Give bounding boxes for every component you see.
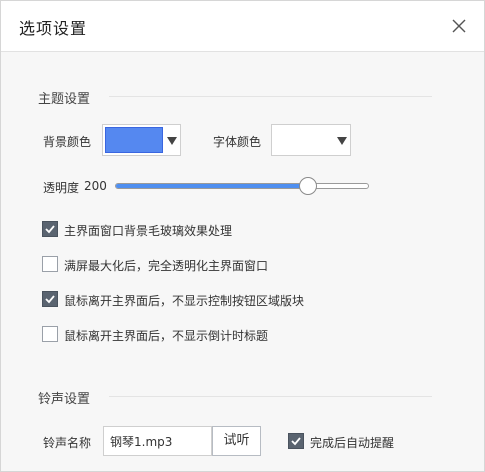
- font-color-picker[interactable]: [271, 124, 351, 156]
- ringtone-section-divider: [109, 396, 432, 397]
- close-icon: [452, 19, 466, 33]
- ringtone-name-label: 铃声名称: [43, 436, 92, 450]
- opacity-slider-thumb[interactable]: [299, 177, 317, 195]
- dialog-title: 选项设置: [19, 19, 88, 38]
- close-button[interactable]: [447, 14, 471, 38]
- title-bar: 选项设置: [1, 1, 484, 52]
- theme-section-divider: [109, 96, 432, 97]
- checkmark-icon: [45, 225, 55, 234]
- bg-color-swatch: [105, 127, 163, 153]
- theme-option-label: 满屏最大化后，完全透明化主界面窗口: [64, 259, 269, 273]
- ringtone-name-field[interactable]: 钢琴1.mp3: [103, 426, 212, 456]
- opacity-value: 200: [84, 179, 107, 193]
- font-color-label: 字体颜色: [213, 135, 262, 149]
- theme-option-checkbox[interactable]: [42, 221, 58, 237]
- opacity-slider-track[interactable]: [115, 183, 369, 189]
- checkmark-icon: [45, 295, 55, 304]
- theme-option-label: 主界面窗口背景毛玻璃效果处理: [64, 224, 233, 238]
- opacity-slider-fill: [116, 184, 308, 188]
- test-listen-button[interactable]: 试听: [212, 426, 261, 456]
- checkmark-icon: [291, 437, 301, 446]
- theme-option-checkbox[interactable]: [42, 326, 58, 342]
- opacity-label: 透明度: [43, 181, 80, 195]
- bg-color-picker[interactable]: [102, 124, 181, 156]
- theme-option-checkbox[interactable]: [42, 256, 58, 272]
- theme-option-label: 鼠标离开主界面后，不显示控制按钮区域版块: [64, 294, 305, 308]
- theme-option-label: 鼠标离开主界面后，不显示倒计时标题: [64, 329, 269, 343]
- auto-remind-label: 完成后自动提醒: [310, 436, 395, 450]
- theme-option-checkbox[interactable]: [42, 291, 58, 307]
- ringtone-section-title: 铃声设置: [38, 392, 91, 407]
- font-color-swatch: [274, 127, 332, 153]
- auto-remind-checkbox[interactable]: [288, 433, 304, 449]
- theme-section-title: 主题设置: [38, 92, 91, 107]
- dropdown-arrow-icon: [167, 137, 177, 145]
- dropdown-arrow-icon: [337, 137, 347, 145]
- options-dialog: 选项设置 主题设置 背景颜色 字体颜色 透明度 200 主界面窗口背景毛玻璃效果…: [0, 0, 485, 472]
- bg-color-label: 背景颜色: [43, 135, 92, 149]
